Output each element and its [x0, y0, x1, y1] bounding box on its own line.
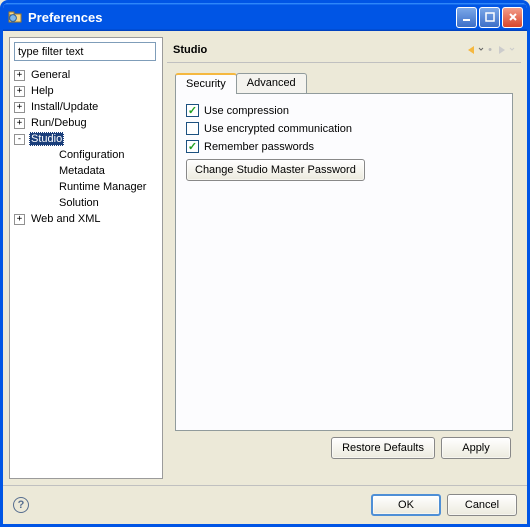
- cancel-button[interactable]: Cancel: [447, 494, 517, 516]
- tab-advanced[interactable]: Advanced: [236, 73, 307, 93]
- expand-icon[interactable]: +: [14, 118, 25, 129]
- checkbox-remember-label: Remember passwords: [204, 141, 314, 153]
- tree-item-install-update[interactable]: + Install/Update: [10, 99, 162, 115]
- restore-defaults-button[interactable]: Restore Defaults: [331, 437, 435, 459]
- titlebar[interactable]: Preferences: [3, 3, 527, 31]
- tree-item-web-xml[interactable]: + Web and XML: [10, 211, 162, 227]
- sidebar: + General + Help + Install/Update + Run/…: [9, 37, 163, 479]
- checkbox-encrypted-label: Use encrypted communication: [204, 123, 352, 135]
- checkbox-encrypted[interactable]: [186, 122, 199, 135]
- tree-item-solution[interactable]: Solution: [10, 195, 162, 211]
- tree-item-studio[interactable]: - Studio: [10, 131, 162, 147]
- tree-item-metadata[interactable]: Metadata: [10, 163, 162, 179]
- help-icon[interactable]: ?: [13, 497, 29, 513]
- close-button[interactable]: [502, 7, 523, 28]
- checkbox-compression[interactable]: ✓: [186, 104, 199, 117]
- collapse-icon[interactable]: -: [14, 134, 25, 145]
- tab-security[interactable]: Security: [175, 73, 237, 94]
- checkbox-remember[interactable]: ✓: [186, 140, 199, 153]
- tree-item-run-debug[interactable]: + Run/Debug: [10, 115, 162, 131]
- maximize-button[interactable]: [479, 7, 500, 28]
- nav-arrows: •: [465, 44, 515, 56]
- tree-item-general[interactable]: + General: [10, 67, 162, 83]
- app-icon: [7, 9, 23, 25]
- preferences-window: Preferences + General + Help: [0, 0, 530, 527]
- expand-icon[interactable]: +: [14, 70, 25, 81]
- expand-icon[interactable]: +: [14, 214, 25, 225]
- page-title: Studio: [173, 44, 465, 56]
- tab-bar: Security Advanced: [175, 73, 513, 93]
- window-title: Preferences: [28, 10, 456, 25]
- checkbox-compression-label: Use compression: [204, 105, 289, 117]
- tree-item-help[interactable]: + Help: [10, 83, 162, 99]
- expand-icon[interactable]: +: [14, 86, 25, 97]
- ok-button[interactable]: OK: [371, 494, 441, 516]
- tab-panel-security: ✓ Use compression Use encrypted communic…: [175, 93, 513, 431]
- forward-button[interactable]: [496, 44, 515, 56]
- apply-button[interactable]: Apply: [441, 437, 511, 459]
- minimize-button[interactable]: [456, 7, 477, 28]
- filter-input[interactable]: [14, 42, 156, 61]
- preference-tree: + General + Help + Install/Update + Run/…: [10, 65, 162, 478]
- back-button[interactable]: [465, 44, 484, 56]
- change-password-button[interactable]: Change Studio Master Password: [186, 159, 365, 181]
- main-panel: Studio • Security Advanced: [167, 37, 521, 479]
- expand-icon[interactable]: +: [14, 102, 25, 113]
- tree-item-configuration[interactable]: Configuration: [10, 147, 162, 163]
- tree-item-runtime-manager[interactable]: Runtime Manager: [10, 179, 162, 195]
